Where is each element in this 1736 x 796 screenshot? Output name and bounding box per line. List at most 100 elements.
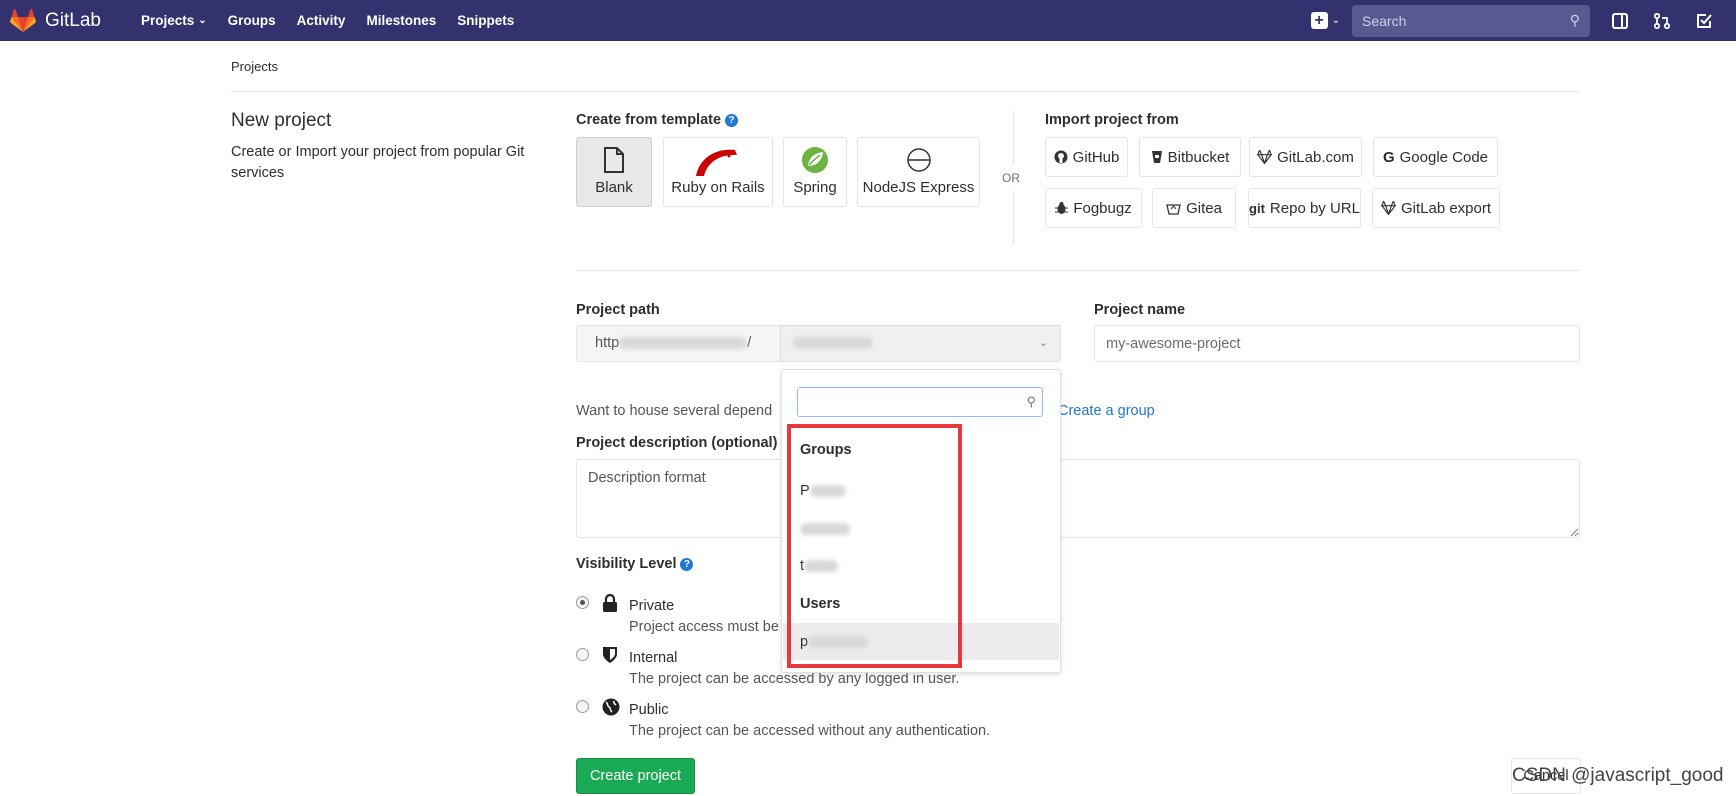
breadcrumb[interactable]: Projects bbox=[231, 59, 278, 74]
path-prefix-text: http bbox=[595, 335, 620, 351]
import-github-button[interactable]: GitHub bbox=[1045, 137, 1128, 177]
nav-snippets[interactable]: Snippets bbox=[457, 13, 514, 28]
project-description-input[interactable] bbox=[576, 459, 1580, 538]
template-label: NodeJS Express bbox=[862, 179, 975, 196]
divider bbox=[1013, 190, 1014, 245]
gitlab-icon bbox=[1380, 201, 1396, 215]
house-hint-text: Want to house several depend bbox=[576, 403, 773, 419]
import-gitlab-export-button[interactable]: GitLab export bbox=[1372, 188, 1500, 228]
main-nav: Projects ⌄ Groups Activity Milestones Sn… bbox=[141, 13, 535, 28]
import-fogbugz-button[interactable]: Fogbugz bbox=[1045, 188, 1142, 228]
template-label: Ruby on Rails bbox=[671, 179, 765, 196]
import-label: Gitea bbox=[1186, 199, 1222, 217]
create-project-button[interactable]: Create project bbox=[576, 758, 695, 794]
visibility-radio[interactable] bbox=[576, 700, 589, 713]
bug-icon bbox=[1055, 201, 1069, 215]
merge-request-icon[interactable] bbox=[1652, 11, 1672, 31]
shield-icon bbox=[602, 646, 620, 664]
express-icon bbox=[858, 146, 979, 174]
divider bbox=[576, 270, 1580, 271]
globe-icon bbox=[602, 698, 620, 716]
visibility-label: Visibility Level? bbox=[576, 556, 694, 572]
page-title: New project bbox=[231, 110, 332, 131]
namespace-select[interactable]: ⌄ bbox=[780, 325, 1061, 362]
plus-square-icon: + bbox=[1310, 12, 1328, 29]
template-label: Spring bbox=[793, 179, 837, 196]
import-bitbucket-button[interactable]: Bitbucket bbox=[1139, 137, 1241, 177]
help-icon[interactable]: ? bbox=[680, 558, 694, 571]
nav-right: + ⌄ ⚲ bbox=[1310, 0, 1736, 41]
divider bbox=[231, 91, 1580, 92]
chevron-down-icon: ⌄ bbox=[198, 15, 207, 26]
project-description-label: Project description (optional) bbox=[576, 435, 778, 451]
gitlab-logo[interactable]: GitLab bbox=[10, 8, 101, 33]
lock-icon bbox=[602, 593, 620, 612]
brand-name: GitLab bbox=[45, 9, 101, 31]
gitlab-icon bbox=[1257, 150, 1273, 164]
visibility-label-text: Visibility Level bbox=[576, 556, 677, 572]
dropdown-search-box: ⚲ bbox=[797, 387, 1043, 417]
page-subtitle: Create or Import your project from popul… bbox=[231, 144, 525, 181]
visibility-name: Private bbox=[629, 598, 675, 614]
template-label-text: Create from template bbox=[576, 112, 722, 128]
project-name-input[interactable] bbox=[1094, 325, 1580, 362]
visibility-radio[interactable] bbox=[576, 648, 589, 661]
import-google-code-button[interactable]: G Google Code bbox=[1373, 137, 1498, 177]
import-repo-by-url-button[interactable]: git Repo by URL bbox=[1248, 188, 1361, 228]
search-box: ⚲ bbox=[1352, 4, 1590, 37]
path-prefix-tail: / bbox=[747, 335, 752, 351]
github-icon bbox=[1054, 150, 1068, 164]
sidebar-toggle-icon[interactable] bbox=[1610, 11, 1630, 31]
project-path-label: Project path bbox=[576, 302, 660, 318]
highlight-annotation-box bbox=[787, 424, 962, 668]
git-icon: git bbox=[1249, 200, 1265, 216]
import-section-label: Import project from bbox=[1045, 112, 1179, 128]
divider bbox=[1013, 110, 1014, 165]
import-label: Bitbucket bbox=[1167, 148, 1230, 166]
template-nodejs-express[interactable]: NodeJS Express bbox=[857, 137, 980, 207]
gitlab-tanuki-icon bbox=[10, 8, 36, 32]
project-name-label: Project name bbox=[1094, 302, 1186, 318]
import-label: Google Code bbox=[1399, 148, 1489, 166]
watermark: CSDN @javascript_good bbox=[1512, 765, 1724, 786]
new-dropdown-button[interactable]: + ⌄ bbox=[1310, 12, 1340, 29]
template-blank[interactable]: Blank bbox=[576, 137, 652, 207]
visibility-description: The project can be accessed by any logge… bbox=[629, 671, 960, 687]
visibility-name: Internal bbox=[629, 650, 678, 666]
nav-activity[interactable]: Activity bbox=[297, 13, 346, 28]
import-gitea-button[interactable]: Gitea bbox=[1152, 188, 1236, 228]
help-icon[interactable]: ? bbox=[725, 114, 739, 127]
rails-icon bbox=[664, 146, 772, 176]
or-separator: OR bbox=[1002, 171, 1020, 185]
import-gitlab-com-button[interactable]: GitLab.com bbox=[1249, 137, 1362, 177]
redacted-text bbox=[619, 337, 748, 350]
template-section-label: Create from template? bbox=[576, 112, 739, 128]
visibility-description: Project access must be bbox=[629, 619, 779, 635]
import-label: GitLab.com bbox=[1277, 148, 1354, 166]
search-icon: ⚲ bbox=[1569, 12, 1580, 28]
import-label: Repo by URL bbox=[1269, 199, 1360, 217]
import-label: Fogbugz bbox=[1073, 199, 1132, 217]
spring-leaf-icon bbox=[784, 146, 846, 174]
nav-milestones[interactable]: Milestones bbox=[366, 13, 436, 28]
template-label: Blank bbox=[595, 179, 633, 196]
google-icon: G bbox=[1382, 148, 1395, 166]
template-ruby-on-rails[interactable]: Ruby on Rails bbox=[663, 137, 773, 207]
chevron-down-icon: ⌄ bbox=[1038, 337, 1048, 349]
nav-projects[interactable]: Projects ⌄ bbox=[141, 13, 207, 28]
file-icon bbox=[577, 146, 651, 174]
project-path-prefix: http / bbox=[576, 325, 780, 362]
template-spring[interactable]: Spring bbox=[783, 137, 847, 207]
top-navbar: GitLab Projects ⌄ Groups Activity Milest… bbox=[0, 0, 1736, 41]
visibility-radio[interactable] bbox=[576, 596, 589, 609]
visibility-name: Public bbox=[629, 702, 669, 718]
search-icon: ⚲ bbox=[1026, 394, 1036, 409]
nav-groups[interactable]: Groups bbox=[228, 13, 276, 28]
search-input[interactable] bbox=[1362, 12, 1570, 29]
dropdown-search-input[interactable] bbox=[798, 388, 1008, 416]
todo-check-icon[interactable] bbox=[1694, 11, 1714, 31]
import-label: GitLab export bbox=[1400, 199, 1492, 217]
create-group-link[interactable]: Create a group bbox=[1058, 403, 1155, 419]
bitbucket-icon bbox=[1151, 150, 1163, 164]
chevron-down-icon: ⌄ bbox=[1331, 15, 1340, 26]
